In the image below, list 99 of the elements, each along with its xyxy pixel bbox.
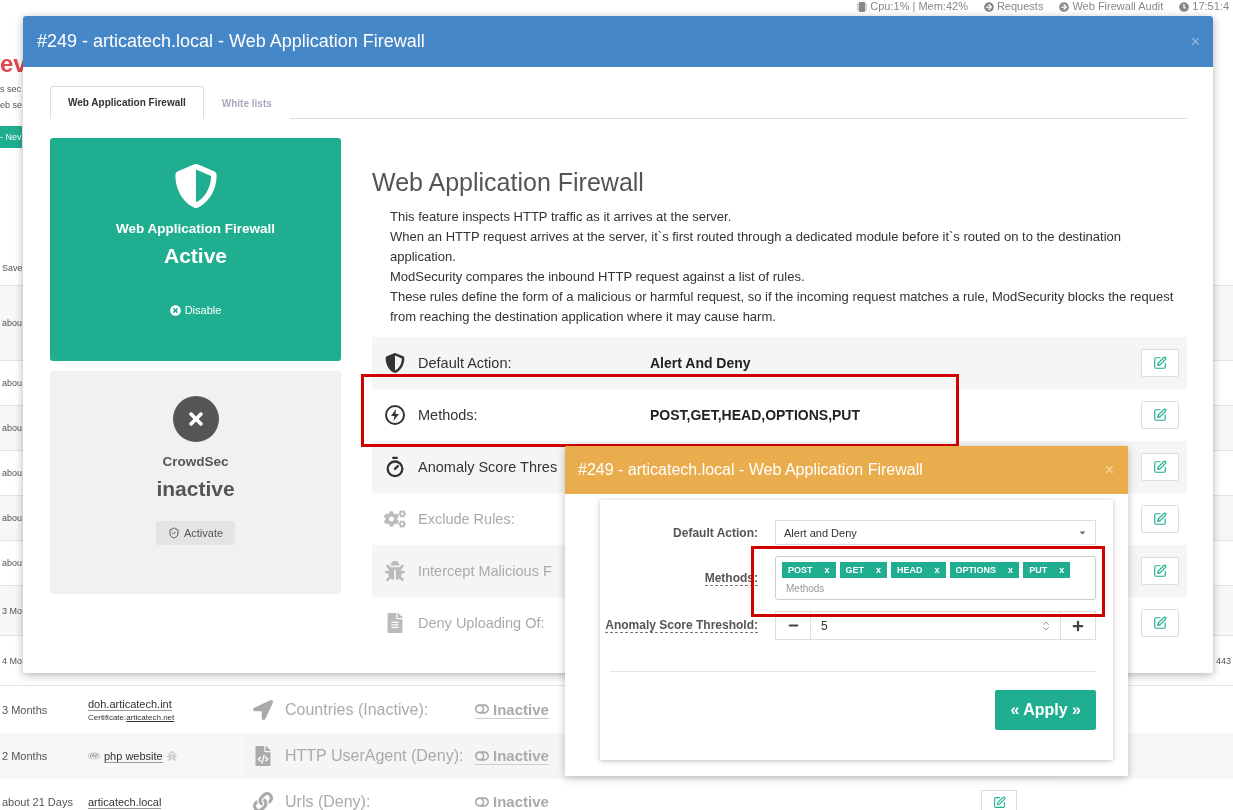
activate-button[interactable]: Activate [155,521,236,545]
location-arrow-icon [253,699,273,720]
edit-button[interactable] [981,790,1017,810]
rule-label: Countries (Inactive): [285,700,430,719]
edit-icon [992,795,1006,809]
table-cell-text: 3 Months [1,703,49,716]
dialog-title: #249 - articatech.local - Web Application Firewall [578,461,923,479]
edit-button[interactable] [1141,349,1179,377]
edit-icon [1153,408,1167,422]
cross-icon [172,396,219,442]
card-title: CrowdSec [162,454,229,469]
status-item[interactable]: Web Firewall Audit [1059,0,1164,13]
code-file-icon [253,746,273,766]
plus-icon [1072,619,1084,632]
toggle-icon [475,702,489,716]
setting-label: Methods: [418,407,478,423]
setting-label: Intercept Malicious F [418,563,552,579]
field-label: Anomaly Score Threshold: [605,618,758,633]
shield-icon [172,163,219,209]
clock-icon [1179,1,1190,12]
shield-icon [385,353,405,373]
description-text: ModSecurity compares the inbound HTTP request against a list of rules. [390,268,806,286]
site-link[interactable]: php website [104,749,163,763]
setting-value: POST,GET,HEAD,OPTIONS,PUT [650,407,861,423]
status-item[interactable]: 17:51:4 [1179,0,1229,13]
table-cell-text: 2 Months [1,750,49,762]
apply-button[interactable]: « Apply » [995,690,1096,730]
shield-check-icon [167,527,180,539]
card-status: Active [164,244,227,268]
status-link[interactable]: Inactive [475,747,549,765]
intro-text: eb se [0,99,24,112]
setting-label: Default Action: [418,355,512,371]
chip-icon [857,1,868,12]
toggle-icon [475,748,489,763]
caret-icon [1078,528,1087,537]
table-cell-text: abou [1,318,24,328]
tab[interactable]: Web Application Firewall [50,86,204,119]
description-text: When an HTTP request arrives at the server, it`s first routed through a dedicated module before it`s routed on to the destination application. [390,228,1123,266]
edit-button[interactable] [1141,609,1179,637]
description-text: This feature inspects HTTP traffic as it arrives at the server. [390,208,733,226]
close-button[interactable]: × [1104,461,1114,479]
modal-title: #249 - articatech.local - Web Application Firewall [37,31,425,52]
table-cell-text: about 21 Days [1,796,74,808]
table-cell-text: 4 Mo [1,655,23,666]
setting-label: Exclude Rules: [418,511,515,527]
section-title: Web Application Firewall [372,168,645,197]
edit-icon [1153,512,1167,526]
intro-text: s sec [0,83,22,96]
status-item[interactable]: Cpu:1% | Mem:42% [857,0,968,13]
timer-icon [384,456,406,478]
edit-button[interactable] [1141,401,1179,429]
document-icon [385,613,405,633]
table-cell-text: abou [1,513,24,523]
toggle-icon [475,794,489,809]
column-header: Save [1,263,24,273]
table-cell-text: 443 [1215,655,1232,666]
setting-label: Deny Uploading Of: [418,615,545,631]
status-link[interactable]: Inactive [475,793,549,810]
setting-label: Anomaly Score Thres [418,459,558,475]
edit-button[interactable] [1141,453,1179,481]
method-tag[interactable]: OPTIONS x [949,562,1020,578]
table-cell-text: abou [1,378,24,388]
spinner-icon [1040,619,1052,632]
rule-label: Urls (Deny): [285,793,372,810]
setting-value: Alert And Deny [650,355,751,371]
method-tag[interactable]: GET x [839,562,888,578]
status-link[interactable]: Inactive [475,700,549,719]
certificate-text: Certificate:articatech.net [88,712,176,722]
site-link[interactable]: doh.articatech.int [88,697,172,711]
rule-label: HTTP UserAgent (Deny): [285,747,465,765]
bolt-circle-icon [384,404,406,426]
table-cell-text: abou [1,558,24,568]
card-title: Web Application Firewall [116,221,275,236]
new-button[interactable]: - Nev [0,126,22,148]
bug-icon [385,561,405,581]
close-button[interactable]: × [1190,32,1200,51]
gears-icon [384,508,406,530]
edit-button[interactable] [1141,557,1179,585]
description-text: These rules define the form of a malicious or harmful request, so if the incoming request matches a rule, ModSecurity blocks the request from reaching the destination application where it may cause harm. [390,288,1175,326]
method-tag[interactable]: POST x [782,562,836,578]
method-tag[interactable]: HEAD x [891,562,946,578]
bug-icon [166,751,177,761]
disable-button[interactable]: Disable [157,298,234,322]
edit-button[interactable] [1141,505,1179,533]
field-label: Default Action: [672,525,758,540]
table-cell-text: 3 Mo [1,605,23,616]
edit-icon [1153,616,1167,630]
card-status: inactive [156,477,235,501]
status-item[interactable]: Requests [983,0,1044,13]
methods-field[interactable]: POST x GET x HEAD x OPTIONS x PUT x Methods [775,556,1096,600]
site-link[interactable]: articatech.local [88,795,162,809]
edit-icon [1153,356,1167,370]
edit-icon [1153,460,1167,474]
link-icon [253,792,273,810]
table-cell-text: abou [1,423,24,433]
action-select[interactable]: Alert and Deny [775,520,1096,545]
table-cell-text: abou [1,468,24,478]
edit-icon [1153,564,1167,578]
method-tag[interactable]: PUT x [1023,562,1071,578]
